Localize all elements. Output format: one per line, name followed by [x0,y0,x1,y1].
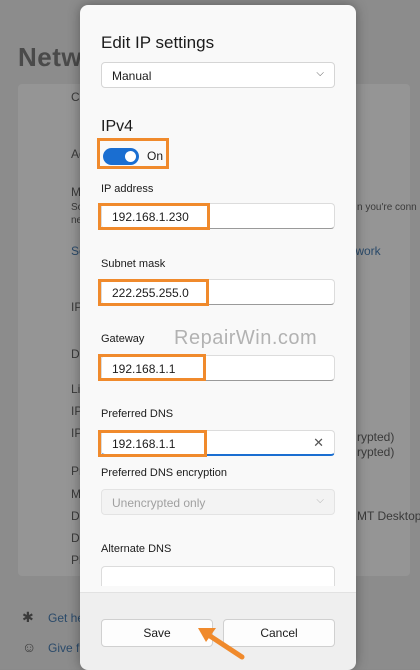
bg-text: rypted) [357,430,395,444]
clear-icon[interactable]: ✕ [313,435,324,451]
bg-text: MT Desktop [357,509,420,523]
subnet-mask-highlight [98,279,209,306]
dialog-footer: Save Cancel [80,592,356,670]
ip-address-highlight [98,203,210,230]
ipv4-toggle[interactable] [103,148,139,165]
preferred-dns-label: Preferred DNS [101,408,174,420]
chevron-down-icon: ⌵ [316,68,324,79]
ipv4-heading: IPv4 [101,118,134,135]
preferred-dns-highlight [98,430,207,457]
bg-text: n you're conn [357,202,417,213]
ipv4-toggle-highlight: On [97,138,169,169]
alternate-dns-label: Alternate DNS [101,543,172,555]
help-icon: ✱ [22,609,34,625]
toggle-knob [125,151,136,162]
ip-address-label: IP address [101,183,154,195]
dns-encryption-label: Preferred DNS encryption [101,467,227,479]
page-title: Netw [18,42,83,72]
gateway-highlight [98,354,206,381]
bg-text: D [71,531,80,545]
dns-encryption-select[interactable]: Unencrypted only ⌵ [101,489,335,515]
give-feedback-link: Give f [48,641,80,655]
get-help-link: Get he [48,611,85,625]
bg-text: rypted) [357,445,395,459]
gateway-label: Gateway [101,333,145,345]
bg-link: twork [352,244,381,258]
chevron-down-icon: ⌵ [316,495,324,506]
dialog-title: Edit IP settings [101,33,215,52]
dns-encryption-value: Unencrypted only [112,496,206,510]
toggle-label: On [147,149,164,163]
alternate-dns-input[interactable] [101,566,335,586]
edit-ip-dialog: Edit IP settings Manual ⌵ IPv4 On IP add… [80,5,356,670]
bg-text: D [71,347,80,361]
ip-mode-select[interactable]: Manual ⌵ [101,62,335,88]
bg-text: Li [71,382,81,396]
watermark: RepairWin.com [174,327,318,349]
cancel-button[interactable]: Cancel [223,619,335,647]
feedback-icon: ☺ [22,639,37,655]
ip-mode-value: Manual [112,69,152,83]
bg-text: D [71,509,80,523]
subnet-mask-label: Subnet mask [101,258,166,270]
save-button[interactable]: Save [101,619,213,647]
